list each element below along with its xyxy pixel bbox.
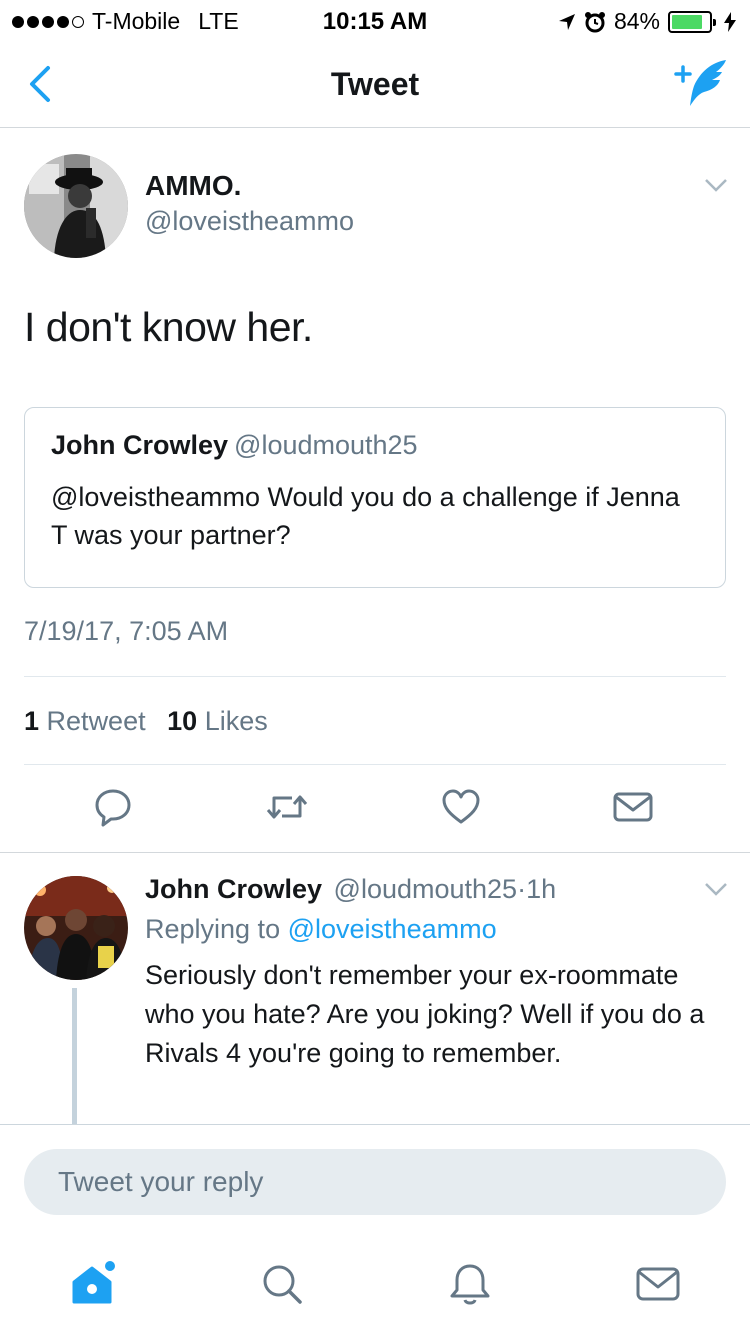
retweet-icon[interactable] [264, 786, 310, 828]
divider [24, 764, 726, 765]
chevron-down-icon[interactable] [704, 880, 728, 898]
retweet-count: 1 [24, 706, 40, 736]
reply-text: Seriously don't remember your ex-roommat… [145, 960, 705, 1068]
battery-percent: 84% [613, 8, 660, 34]
messages-icon[interactable] [634, 1260, 682, 1308]
meta-separator: · [517, 874, 527, 904]
author-name[interactable]: AMMO. [145, 170, 241, 202]
reply-author-handle[interactable]: @loudmouth25 [334, 874, 518, 904]
author-photo [24, 154, 128, 258]
quote-author-name: John Crowley [51, 430, 229, 460]
battery-icon [668, 10, 716, 33]
like-count: 10 [167, 706, 198, 736]
retweet-label: Retweet [46, 706, 146, 736]
replying-to: Replying to @loveistheammo [145, 914, 497, 945]
replying-prefix: Replying to [145, 914, 281, 944]
reply-header: John Crowley @loudmouth25·1h [145, 874, 556, 905]
avatar[interactable] [24, 876, 128, 980]
like-stat[interactable]: 10 Likes [167, 706, 268, 736]
chevron-down-icon[interactable] [704, 176, 728, 194]
reply-author-photo [24, 876, 128, 980]
home-icon[interactable] [68, 1260, 116, 1308]
nav-bar: Tweet [0, 40, 750, 128]
location-arrow-icon [558, 13, 575, 30]
author-handle[interactable]: @loveistheammo [145, 206, 354, 237]
notifications-icon[interactable] [446, 1260, 494, 1308]
compose-tweet-icon[interactable] [674, 56, 730, 112]
message-icon[interactable] [612, 786, 654, 828]
retweet-stat[interactable]: 1 Retweet [24, 706, 146, 736]
tweet-stats: 1 Retweet 10 Likes [24, 706, 268, 737]
tab-bar [0, 1246, 750, 1326]
search-icon[interactable] [258, 1260, 306, 1308]
tweet-text: I don't know her. [24, 304, 313, 350]
divider [0, 852, 750, 853]
like-label: Likes [204, 706, 268, 736]
reply-time: 1h [526, 874, 557, 904]
replying-handle-link[interactable]: @loveistheammo [288, 914, 497, 944]
status-right: 84% [558, 8, 736, 35]
alarm-clock-icon [584, 11, 605, 32]
divider [24, 676, 726, 677]
status-bar: T-Mobile LTE 10:15 AM 84% [0, 0, 750, 40]
tweet-actions [0, 786, 750, 832]
page-title: Tweet [330, 66, 420, 102]
quote-author-handle: @loudmouth25 [234, 430, 418, 460]
reply-icon[interactable] [92, 786, 134, 828]
thread-line [72, 988, 77, 1124]
charging-bolt-icon [724, 11, 736, 32]
quote-text: @loveistheammo Would you do a challenge … [51, 482, 680, 550]
avatar[interactable] [24, 154, 128, 258]
tweet-timestamp: 7/19/17, 7:05 AM [24, 616, 229, 646]
like-icon[interactable] [440, 786, 482, 828]
quote-header: John Crowley @loudmouth25 [51, 430, 418, 461]
reply-input[interactable] [24, 1149, 726, 1215]
quoted-tweet[interactable]: John Crowley @loudmouth25 @loveistheammo … [24, 407, 726, 588]
reply-author-name[interactable]: John Crowley [145, 874, 322, 904]
